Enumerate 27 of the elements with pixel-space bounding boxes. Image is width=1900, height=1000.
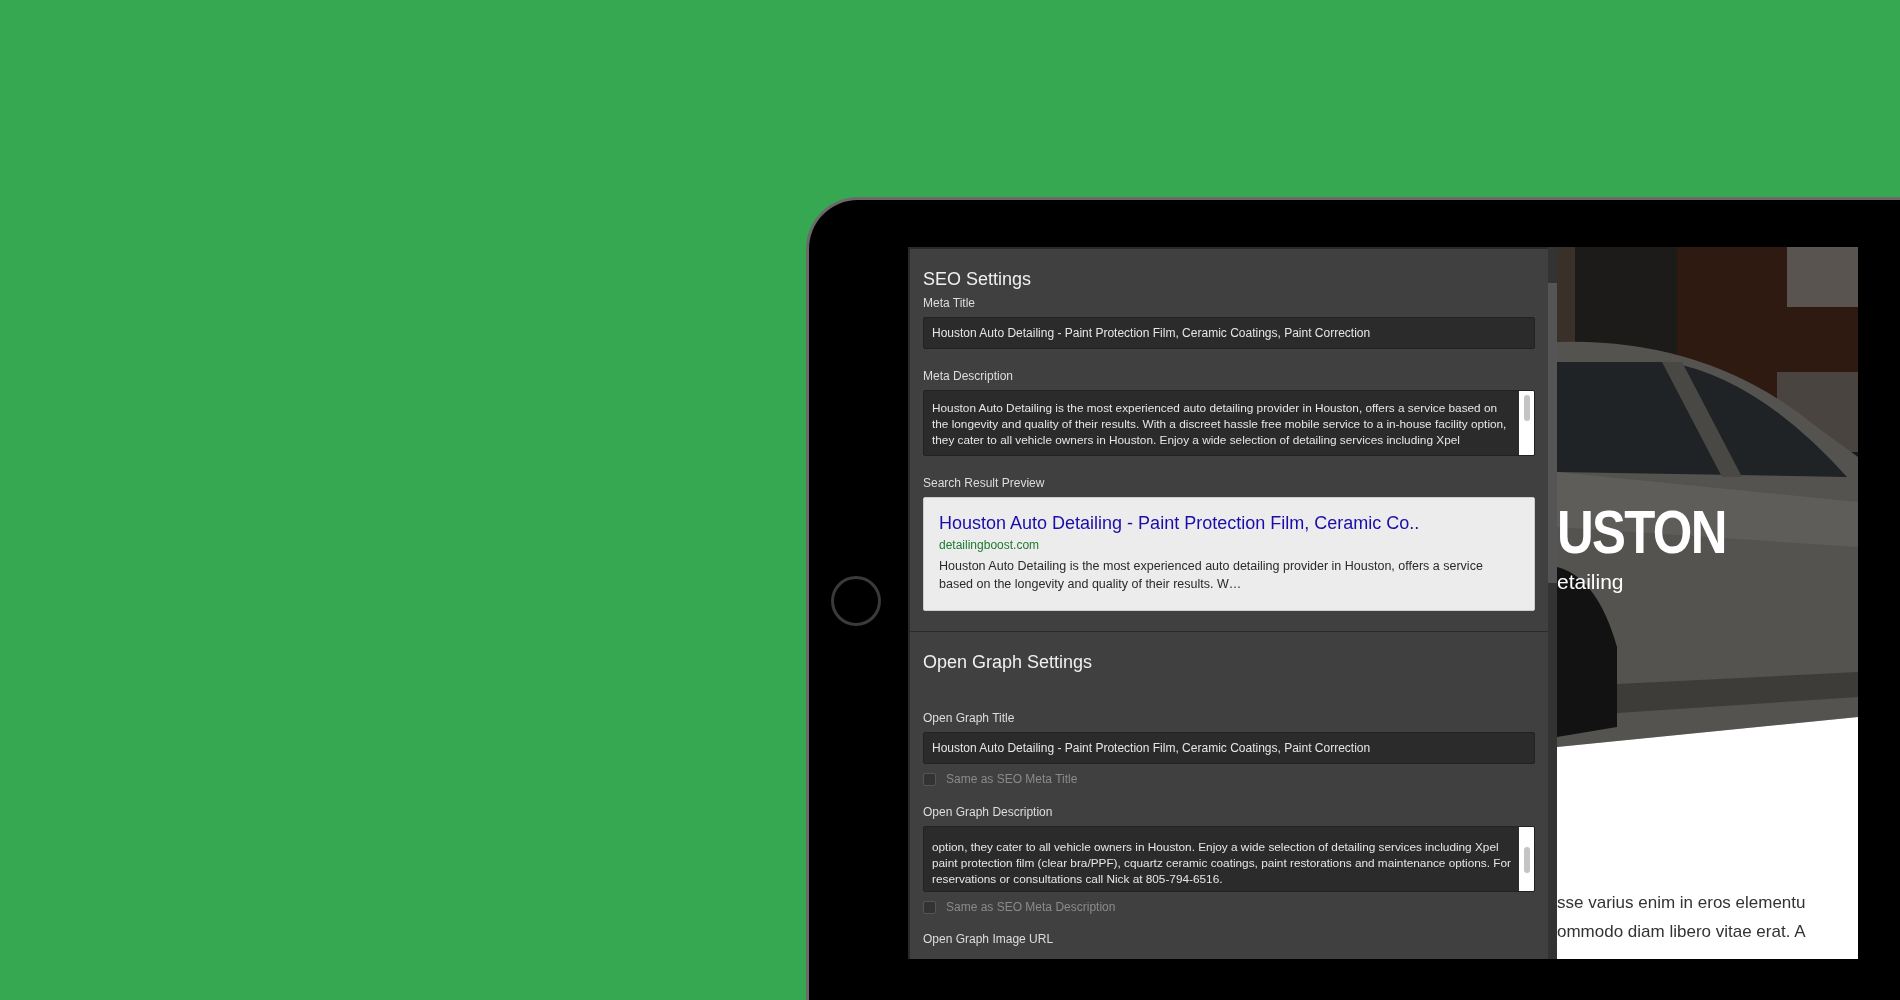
field-label: Search Result Preview (923, 476, 1046, 491)
checkbox[interactable] (923, 900, 936, 914)
text-field[interactable]: Houston Auto Detailing - Paint Protection Film, Ceramic Coatings, Paint Correction (923, 317, 1535, 349)
text-field[interactable]: Houston Auto Detailing - Paint Protection Film, Ceramic Coatings, Paint Correction (923, 732, 1535, 764)
section-heading: Open Graph Settings (923, 651, 1094, 673)
preview-url: detailingboost.com (939, 537, 1041, 553)
field-label: Open Graph Image URL (923, 932, 1055, 947)
field-label: Meta Title (923, 296, 977, 311)
checkbox-label: Same as SEO Meta Description (946, 899, 1116, 916)
section-heading: SEO Settings (923, 268, 1033, 290)
hero-title: USTON (1557, 499, 1726, 565)
field-label: Open Graph Description (923, 805, 1054, 820)
checkbox-label: Same as SEO Meta Title (946, 771, 1078, 788)
preview-description: Houston Auto Detailing is the most experienced auto detailing provider in Houston, offers a service based on the longevity and quality of their results. W… (939, 558, 1484, 593)
field-label: Meta Description (923, 369, 1015, 384)
checkbox[interactable] (923, 772, 936, 786)
field-label: Open Graph Title (923, 711, 1016, 726)
preview-title-link[interactable]: Houston Auto Detailing - Paint Protection Film, Ceramic Co.. (939, 511, 1519, 535)
body-text: ommodo diam libero vitae erat. A (1557, 921, 1807, 943)
textarea-field[interactable]: Houston Auto Detailing is the most experienced auto detailing provider in Houston, offers a service based on the longevity and quality of their results. With a discreet hassle free mobile service to a in-house facility option, they cater to all vehicle owners in Houston. Enjoy a wide selection of detailing services including Xpel (923, 390, 1535, 456)
scrollbar[interactable] (1548, 247, 1557, 959)
body-text: sse varius enim in eros elementu (1557, 892, 1807, 914)
hero-subtitle: etailing (1557, 569, 1624, 595)
textarea-scrollbar[interactable] (1519, 827, 1534, 891)
home-button[interactable] (831, 576, 881, 626)
textarea-scrollbar[interactable] (1519, 391, 1534, 455)
textarea-field[interactable]: option, they cater to all vehicle owners in Houston. Enjoy a wide selection of detailing services including Xpel paint protection film (clear bra/PPF), cquartz ceramic coatings, paint restorations and maintenance options. For reservations or consultations call Nick at 805-794-6516. (923, 826, 1535, 892)
